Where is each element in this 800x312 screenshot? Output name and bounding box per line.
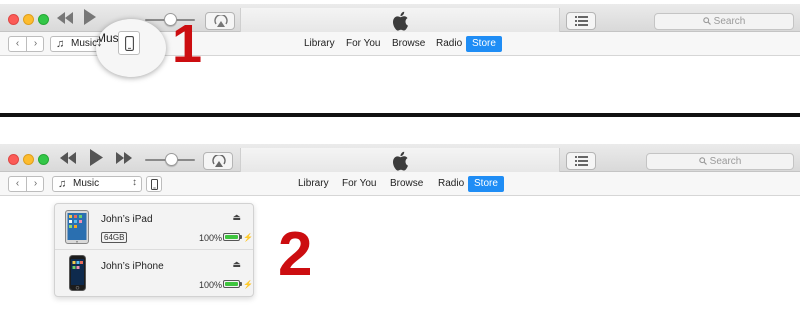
back-forward-buttons[interactable]: ‹ › xyxy=(8,176,44,192)
list-icon xyxy=(575,16,588,26)
tab-radio[interactable]: Radio xyxy=(430,36,468,52)
minimize-window-button[interactable] xyxy=(23,154,34,165)
play-icon[interactable] xyxy=(84,9,96,25)
tab-for-you[interactable]: For You xyxy=(336,176,382,192)
search-icon xyxy=(702,17,711,26)
media-kind-label: Music xyxy=(71,38,98,49)
capacity-badge: 64GB xyxy=(101,232,128,243)
play-icon[interactable] xyxy=(90,149,103,166)
battery-icon xyxy=(223,280,240,288)
battery-tip xyxy=(240,235,242,239)
tab-browse[interactable]: Browse xyxy=(384,176,429,192)
device-name: John’s iPhone xyxy=(101,261,164,272)
up-next-button[interactable] xyxy=(566,12,596,30)
music-note-icon: ♫ xyxy=(58,178,67,190)
media-kind-select[interactable]: ♫ Music ↕ xyxy=(52,176,142,192)
minimize-window-button[interactable] xyxy=(23,14,34,25)
iphone-icon xyxy=(151,179,158,190)
eject-icon[interactable]: ⏏ xyxy=(232,212,241,223)
back-forward-buttons[interactable]: ‹ › xyxy=(8,36,44,52)
search-input[interactable]: Search xyxy=(646,153,794,170)
airplay-button[interactable] xyxy=(203,152,233,170)
airplay-icon xyxy=(214,15,228,27)
chevron-updown-icon: ↕ xyxy=(132,177,137,188)
tab-library[interactable]: Library xyxy=(298,36,341,52)
eject-icon[interactable]: ⏏ xyxy=(232,259,241,270)
section-divider xyxy=(0,113,800,117)
battery-icon xyxy=(223,233,240,241)
device-row-iphone[interactable]: John’s iPhone ⏏ 100% ⚡ xyxy=(55,251,253,297)
step-number-1: 1 xyxy=(172,14,203,74)
ipad-icon xyxy=(65,210,89,244)
music-note-icon: ♫ xyxy=(56,38,65,50)
lightning-icon: ⚡ xyxy=(243,233,253,242)
fast-forward-icon[interactable] xyxy=(116,151,132,167)
chevron-right-icon[interactable]: › xyxy=(27,37,44,51)
zoom-window-button[interactable] xyxy=(38,14,49,25)
device-name: John’s iPad xyxy=(101,214,153,225)
battery-percentage: 100% xyxy=(199,280,223,290)
list-icon xyxy=(575,156,588,166)
tab-store[interactable]: Store xyxy=(466,36,502,52)
close-window-button[interactable] xyxy=(8,154,19,165)
zoom-window-button[interactable] xyxy=(38,154,49,165)
media-kind-label: Music xyxy=(73,178,100,189)
itunes-window-step-2: Search ‹ › ♫ Music ↕ Library For You Bro… xyxy=(0,140,800,312)
chevron-left-icon[interactable]: ‹ xyxy=(9,177,26,191)
tab-library[interactable]: Library xyxy=(292,176,335,192)
main-tabs: Library For You Browse Radio Store xyxy=(292,176,512,192)
device-row-ipad[interactable]: John’s iPad ⏏ 64GB 100% ⚡ xyxy=(55,204,253,250)
device-button-magnified[interactable] xyxy=(118,31,140,55)
airplay-button[interactable] xyxy=(205,12,235,30)
airplay-icon xyxy=(212,155,226,167)
navigation-bar: ‹ › ♫ Music ↕ Library For You Browse Rad… xyxy=(0,172,800,196)
close-window-button[interactable] xyxy=(8,14,19,25)
battery-percentage: 100% xyxy=(199,233,223,243)
device-list-popover: John’s iPad ⏏ 64GB 100% ⚡ John’s iPhone … xyxy=(54,203,254,297)
lightning-icon: ⚡ xyxy=(243,280,253,289)
apple-logo-icon xyxy=(393,11,408,31)
battery-tip xyxy=(240,282,242,286)
tab-radio[interactable]: Radio xyxy=(432,176,470,192)
magnified-device-button-callout: Music ↕ xyxy=(96,19,166,77)
lcd-display xyxy=(240,8,560,34)
media-kind-select[interactable]: ♫ Music xyxy=(50,36,100,52)
chevron-left-icon[interactable]: ‹ xyxy=(9,37,26,51)
main-tabs: Library For You Browse Radio Store xyxy=(298,36,508,52)
chevron-updown-icon: ↕ xyxy=(96,33,103,49)
search-input[interactable]: Search xyxy=(654,13,794,30)
up-next-button[interactable] xyxy=(566,152,596,170)
tab-browse[interactable]: Browse xyxy=(386,36,431,52)
device-button[interactable] xyxy=(146,176,162,192)
step-number-2: 2 xyxy=(278,220,313,289)
battery-level-fill xyxy=(225,282,238,286)
rewind-icon[interactable] xyxy=(60,151,76,167)
title-toolbar: Search xyxy=(0,144,800,174)
volume-knob[interactable] xyxy=(165,153,178,166)
search-placeholder: Search xyxy=(713,16,746,27)
itunes-window-step-1: Search ‹ › ♫ Music Library For You Brows… xyxy=(0,0,800,110)
apple-logo-icon xyxy=(393,151,408,171)
tab-for-you[interactable]: For You xyxy=(340,36,386,52)
tab-store[interactable]: Store xyxy=(468,176,504,192)
iphone-icon xyxy=(69,255,86,291)
search-icon xyxy=(698,157,707,166)
chevron-right-icon[interactable]: › xyxy=(27,177,44,191)
lcd-display xyxy=(240,148,560,174)
battery-level-fill xyxy=(225,235,238,239)
iphone-icon xyxy=(125,36,134,51)
rewind-icon[interactable] xyxy=(57,11,73,27)
search-placeholder: Search xyxy=(709,156,742,167)
